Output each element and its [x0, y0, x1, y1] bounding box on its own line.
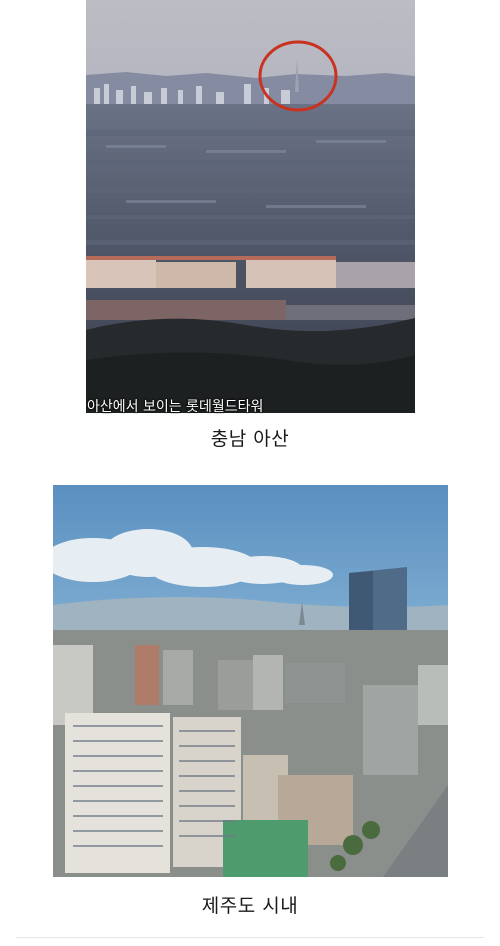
asan-caption: 충남 아산: [210, 428, 290, 450]
bottom-divider: [16, 937, 484, 938]
jeju-photo: [53, 485, 448, 877]
asan-photo: [86, 0, 415, 413]
jeju-photo-image: [53, 485, 448, 877]
jeju-caption: 제주도 시내: [201, 895, 299, 917]
asan-photo-overlay-text: 아산에서 보이는 롯데월드타워: [87, 399, 264, 415]
asan-photo-image: [86, 0, 415, 413]
